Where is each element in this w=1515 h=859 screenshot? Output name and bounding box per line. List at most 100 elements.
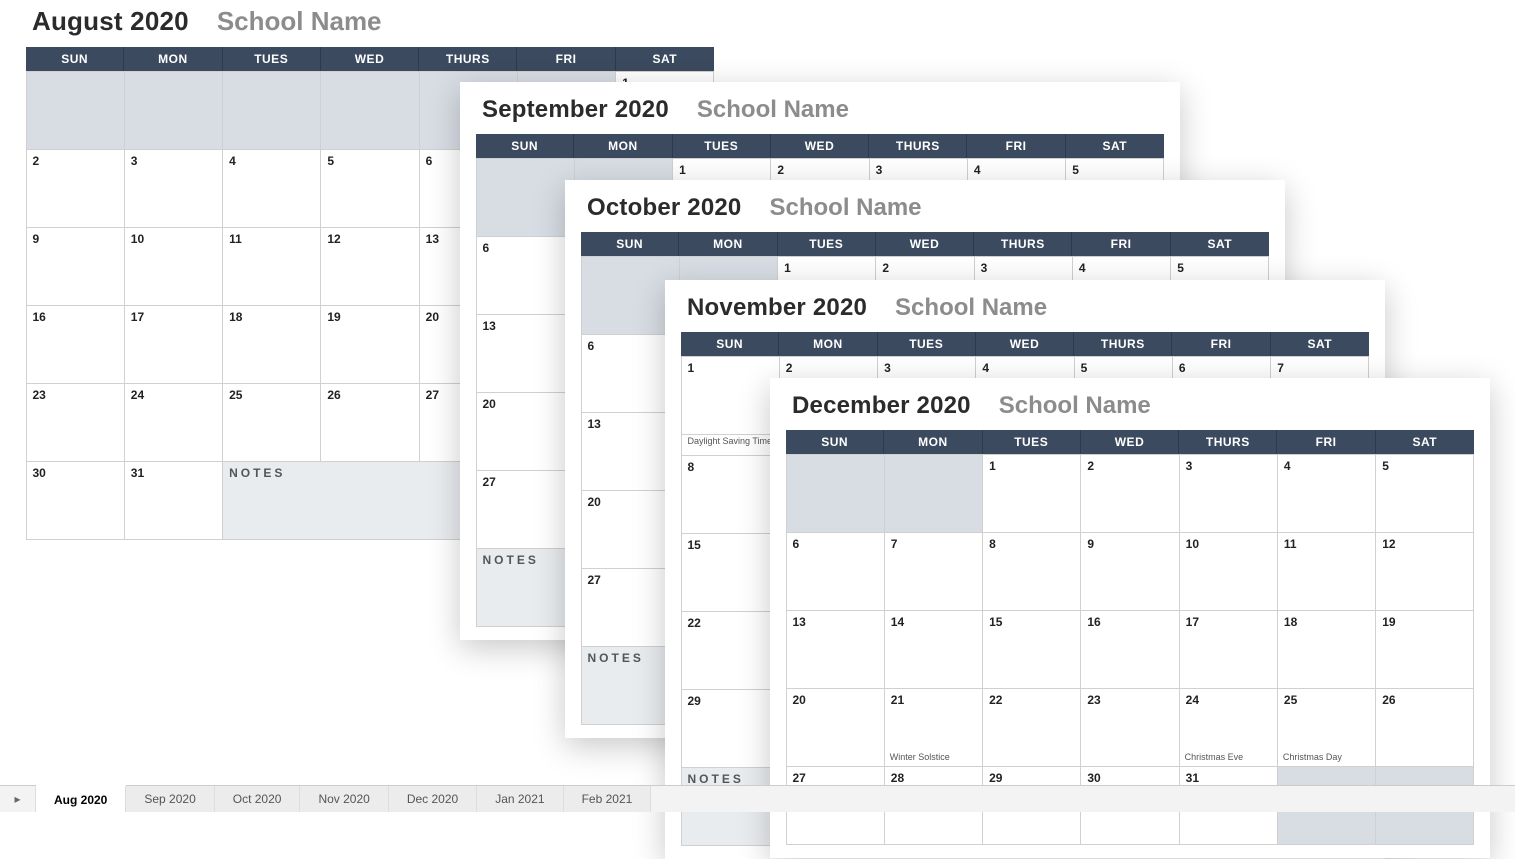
date-number: 19 [327, 310, 412, 324]
day-header-cell: TUES [778, 232, 876, 256]
date-number: 19 [1382, 615, 1467, 629]
day-header-cell: SAT [1271, 332, 1369, 356]
calendar-cell[interactable]: 13 [476, 314, 575, 393]
calendar-cell[interactable]: 16 [1080, 610, 1179, 689]
calendar-cell[interactable]: 25 [222, 383, 321, 462]
calendar-cell[interactable]: 15 [681, 533, 780, 612]
calendar-cell[interactable]: 9 [1080, 532, 1179, 611]
calendar-cell[interactable]: 22 [681, 611, 780, 690]
tab-scroll-arrow-icon[interactable]: ▸ [0, 786, 36, 812]
calendar-cell[interactable]: 30 [26, 461, 125, 540]
date-number: 29 [688, 694, 773, 708]
calendar-cell[interactable]: 10 [1179, 532, 1278, 611]
calendar-cell[interactable]: 19 [1375, 610, 1474, 689]
calendar-cell[interactable]: 27 [476, 470, 575, 549]
date-number: 2 [33, 154, 118, 168]
calendar-cell[interactable]: 15 [982, 610, 1081, 689]
calendar-cell[interactable]: 18 [222, 305, 321, 384]
day-header-cell: THURS [419, 47, 517, 71]
calendar-cell[interactable]: 11 [222, 227, 321, 306]
date-number: 21 [891, 693, 976, 707]
sheet-tab[interactable]: Aug 2020 [36, 785, 126, 812]
calendar-cell[interactable]: 29 [681, 689, 780, 768]
calendar-cell[interactable]: 26 [320, 383, 419, 462]
calendar-cell[interactable]: 4 [1277, 454, 1376, 533]
calendar-cell[interactable]: 6 [786, 532, 885, 611]
day-header-cell: SUN [681, 332, 779, 356]
calendar-cell[interactable]: 26 [1375, 688, 1474, 767]
date-number: 24 [1186, 693, 1271, 707]
calendar-cell[interactable]: 21Winter Solstice [884, 688, 983, 767]
calendar-cell[interactable]: 2 [1080, 454, 1179, 533]
month-title: November 2020 [687, 294, 867, 322]
calendar-cell[interactable]: 13 [786, 610, 885, 689]
calendar-cell[interactable]: 1 [982, 454, 1081, 533]
calendar-cell[interactable]: 14 [884, 610, 983, 689]
sheet-tab[interactable]: Jan 2021 [477, 786, 563, 812]
day-header-cell: THURS [1074, 332, 1172, 356]
calendar-cell[interactable]: 16 [26, 305, 125, 384]
date-number: 2 [1087, 459, 1172, 473]
date-number: 24 [131, 388, 216, 402]
date-number: 9 [1087, 537, 1172, 551]
calendar-cell[interactable]: 9 [26, 227, 125, 306]
calendar-cell[interactable]: 8 [982, 532, 1081, 611]
calendar-cell[interactable]: 23 [1080, 688, 1179, 767]
sheet-tab[interactable]: Nov 2020 [300, 786, 388, 812]
date-number: 4 [1284, 459, 1369, 473]
calendar-cell[interactable]: 1 [681, 356, 780, 435]
date-number: 1 [784, 261, 869, 275]
calendar-cell[interactable]: 25Christmas Day [1277, 688, 1376, 767]
day-header-cell: FRI [1172, 332, 1270, 356]
date-number: 16 [33, 310, 118, 324]
calendar-cell[interactable]: 17 [124, 305, 223, 384]
calendar-cell[interactable] [222, 71, 321, 150]
calendar-cell[interactable]: 20 [786, 688, 885, 767]
calendar-cell[interactable]: 12 [320, 227, 419, 306]
calendar-cell[interactable] [26, 71, 125, 150]
calendar-cell[interactable]: 31 [124, 461, 223, 540]
sheet-tab[interactable]: Oct 2020 [215, 786, 301, 812]
calendar-cell[interactable]: 2 [26, 149, 125, 228]
date-number: 10 [1186, 537, 1271, 551]
date-number: 7 [891, 537, 976, 551]
calendar-cell[interactable] [884, 454, 983, 533]
sheet-tab[interactable]: Feb 2021 [564, 786, 652, 812]
day-header-cell: SUN [26, 47, 124, 71]
calendar-cell[interactable]: 18 [1277, 610, 1376, 689]
calendar-cell[interactable]: 5 [1375, 454, 1474, 533]
calendar-cell[interactable]: 22 [982, 688, 1081, 767]
sheet-tab[interactable]: Sep 2020 [126, 786, 214, 812]
calendar-cell[interactable]: 20 [476, 392, 575, 471]
calendar-cell[interactable]: 24 [124, 383, 223, 462]
calendar-cell[interactable] [124, 71, 223, 150]
calendar-cell[interactable]: 3 [124, 149, 223, 228]
calendar-cell[interactable]: 3 [1179, 454, 1278, 533]
school-name: School Name [999, 392, 1151, 420]
day-header-cell: TUES [223, 47, 321, 71]
calendar-cell[interactable]: 4 [222, 149, 321, 228]
day-header-cell: SUN [581, 232, 679, 256]
calendar-cell[interactable]: 8 [681, 455, 780, 534]
date-number: 13 [793, 615, 878, 629]
calendar-cell[interactable]: 12 [1375, 532, 1474, 611]
calendar-cell[interactable]: 19 [320, 305, 419, 384]
calendar-cell[interactable] [786, 454, 885, 533]
calendar-cell[interactable]: 10 [124, 227, 223, 306]
calendar-cell[interactable]: 7 [884, 532, 983, 611]
date-number: 26 [1382, 693, 1467, 707]
calendar-cell[interactable]: 23 [26, 383, 125, 462]
calendar-cell[interactable]: 6 [476, 236, 575, 315]
day-header-cell: TUES [673, 134, 771, 158]
calendar-cell[interactable] [476, 158, 575, 237]
sheet-tab[interactable]: Dec 2020 [389, 786, 477, 812]
calendar-cell[interactable]: 24Christmas Eve [1179, 688, 1278, 767]
date-number: 2 [777, 163, 862, 177]
date-number: 28 [891, 771, 976, 785]
calendar-cell[interactable] [320, 71, 419, 150]
calendar-cell[interactable]: 5 [320, 149, 419, 228]
calendar-cell[interactable]: 17 [1179, 610, 1278, 689]
date-number: 20 [483, 397, 568, 411]
calendar-cell[interactable]: 11 [1277, 532, 1376, 611]
date-number: 2 [786, 361, 871, 375]
